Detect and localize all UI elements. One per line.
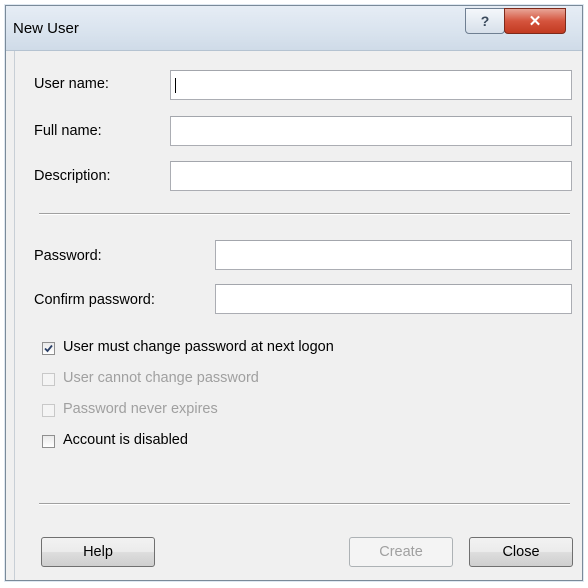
confirm-password-label: Confirm password: [34,292,155,308]
new-user-dialog: New User ? ✕ User name: Full name: Descr… [5,5,583,581]
option-label: User cannot change password [63,370,259,386]
option-label: Password never expires [63,401,218,417]
full-name-label: Full name: [34,123,102,139]
title-close-button[interactable]: ✕ [504,8,566,34]
checkbox[interactable] [42,342,55,355]
password-label: Password: [34,248,102,264]
checkbox [42,404,55,417]
title-bar: New User ? ✕ [6,6,582,51]
dialog-title: New User [13,20,79,37]
help-button[interactable]: Help [41,537,155,567]
option-label: Account is disabled [63,432,188,448]
full-name-field[interactable] [170,116,572,146]
option-label: User must change password at next logon [63,339,334,355]
dialog-content: User name: Full name: Description: Passw… [14,51,582,580]
separator-top [39,213,570,215]
description-label: Description: [34,168,111,184]
checkbox[interactable] [42,435,55,448]
question-mark-icon: ? [480,13,490,29]
title-help-button[interactable]: ? [465,8,505,34]
text-caret [175,78,176,93]
user-name-field[interactable] [170,70,572,100]
separator-bottom [39,503,570,505]
user-name-label: User name: [34,76,109,92]
checkbox [42,373,55,386]
checkmark-icon [44,344,53,353]
password-field[interactable] [215,240,572,270]
confirm-password-field[interactable] [215,284,572,314]
close-button[interactable]: Close [469,537,573,567]
create-button: Create [349,537,453,567]
description-field[interactable] [170,161,572,191]
close-icon: ✕ [528,13,542,30]
